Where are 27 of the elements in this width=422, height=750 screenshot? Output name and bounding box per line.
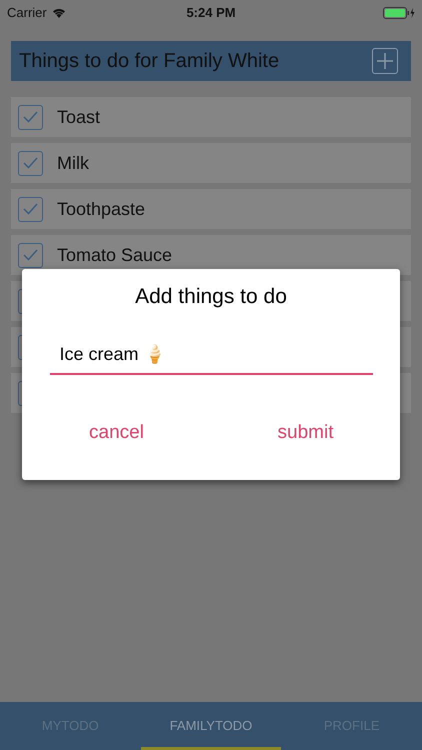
check-icon [23,249,38,261]
todo-row[interactable]: Toast [11,97,411,137]
carrier-label: Carrier [7,4,47,22]
status-time: 5:24 PM [186,4,236,22]
wifi-icon [52,7,66,18]
header-title: Things to do for Family White [19,49,280,74]
todo-row[interactable]: Milk [11,143,411,183]
plus-icon [376,52,394,70]
check-icon [23,111,38,123]
submit-button[interactable]: submit [274,418,338,447]
add-button[interactable] [372,48,398,74]
checkbox[interactable] [18,150,43,176]
cancel-button[interactable]: cancel [85,418,148,447]
todo-label: Toothpaste [57,198,146,221]
battery-icon [383,6,416,18]
todo-row[interactable]: Toothpaste [11,189,411,229]
checkbox[interactable] [18,104,43,130]
check-icon [23,157,38,169]
checkbox[interactable] [18,196,43,222]
todo-label: Tomato Sauce [57,244,172,266]
todo-label: Toast [57,106,100,128]
dialog-title: Add things to do [135,284,287,310]
checkbox[interactable] [18,242,43,268]
todo-input[interactable]: Ice cream 🍦 [50,334,372,374]
tab[interactable]: FAMILYTODO [140,702,282,750]
check-icon [23,203,38,215]
todo-label: Milk [57,152,89,174]
